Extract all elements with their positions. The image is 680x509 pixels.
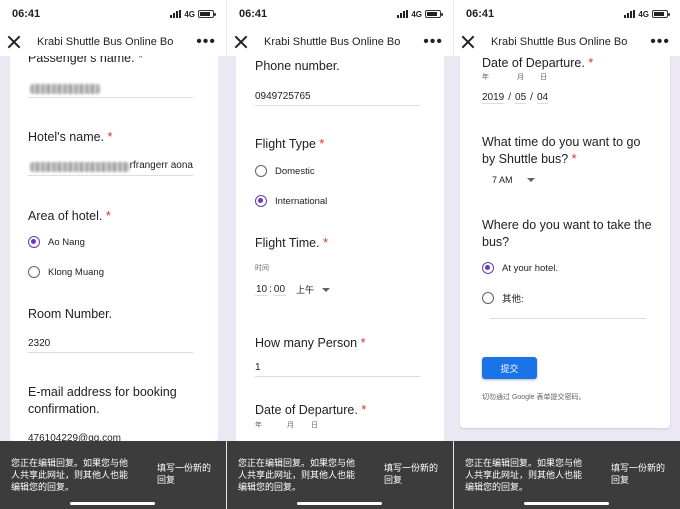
editing-notice-text: 您正在编辑回复。如果您与他人共享此网址，则其他人也能编辑您的回复。 bbox=[465, 458, 583, 492]
radio-icon bbox=[482, 292, 494, 304]
radio-klong-muang[interactable]: Klong Muang bbox=[28, 266, 104, 278]
area-question: Area of hotel. * bbox=[28, 209, 111, 223]
form-card: Phone number. 0949725765 Flight Type * D… bbox=[236, 56, 444, 441]
network-type: 4G bbox=[638, 9, 649, 19]
radio-at-hotel[interactable]: At your hotel. bbox=[482, 262, 558, 274]
redacted-text bbox=[30, 162, 130, 172]
password-warning: 切勿通过 Google 表单提交密码。 bbox=[482, 394, 586, 401]
pickup-question: Where do you want to take the bus? bbox=[482, 218, 652, 249]
screen-1: 06:41 4G Krabi Shuttle Bus Online Bo •••… bbox=[0, 0, 226, 509]
passenger-name-input[interactable] bbox=[28, 82, 193, 98]
dropdown-arrow-icon bbox=[526, 178, 535, 182]
day-caption: 日 bbox=[311, 422, 318, 429]
radio-selected-icon bbox=[482, 262, 494, 274]
year-caption: 年 bbox=[255, 422, 262, 429]
new-response-link[interactable]: 填写一份新的回复 bbox=[611, 462, 671, 486]
signal-icon bbox=[397, 10, 409, 18]
page-title: Krabi Shuttle Bus Online Bo bbox=[264, 36, 401, 48]
other-text-input[interactable] bbox=[490, 318, 646, 319]
signal-icon bbox=[624, 10, 636, 18]
radio-domestic[interactable]: Domestic bbox=[255, 165, 315, 177]
month-caption: 月 bbox=[517, 74, 524, 81]
close-icon[interactable] bbox=[7, 35, 21, 49]
screen-2: 06:41 4G Krabi Shuttle Bus Online Bo •••… bbox=[227, 0, 453, 509]
departure-question: Date of Departure. * bbox=[255, 403, 367, 417]
radio-icon bbox=[255, 165, 267, 177]
persons-question: How many Person * bbox=[255, 336, 366, 350]
close-icon[interactable] bbox=[461, 35, 475, 49]
nav-bar: Krabi Shuttle Bus Online Bo ••• bbox=[0, 28, 226, 56]
month-input[interactable]: 05 bbox=[515, 92, 527, 104]
form-card: Passenger's name. * Hotel's name. * rfra… bbox=[10, 51, 218, 448]
more-icon[interactable]: ••• bbox=[423, 34, 443, 50]
room-number-input[interactable]: 2320 bbox=[28, 338, 193, 353]
year-caption: 年 bbox=[482, 74, 489, 81]
status-bar: 06:41 4G bbox=[227, 0, 453, 28]
battery-icon bbox=[198, 10, 216, 18]
shuttle-time-question: What time do you want to go by Shuttle b… bbox=[482, 135, 641, 166]
phone-question: Phone number. bbox=[255, 59, 340, 73]
radio-other[interactable]: 其他: bbox=[482, 291, 524, 305]
radio-selected-icon bbox=[255, 195, 267, 207]
battery-icon bbox=[425, 10, 443, 18]
year-input[interactable]: 2019 bbox=[482, 92, 505, 104]
radio-international[interactable]: International bbox=[255, 195, 327, 207]
form-card: Date of Departure. * 年 月 日 2019 / 05 / 0… bbox=[460, 56, 670, 428]
ampm-select[interactable]: 上午 bbox=[296, 283, 314, 296]
departure-date-picker: 2019 / 05 / 04 bbox=[482, 92, 549, 104]
signal-icon bbox=[170, 10, 182, 18]
battery-icon bbox=[652, 10, 670, 18]
minute-input[interactable]: 00 bbox=[272, 284, 287, 296]
home-indicator bbox=[524, 502, 609, 505]
departure-question: Date of Departure. * bbox=[482, 56, 594, 70]
more-icon[interactable]: ••• bbox=[650, 34, 670, 50]
month-caption: 月 bbox=[287, 422, 294, 429]
close-icon[interactable] bbox=[234, 35, 248, 49]
nav-bar: Krabi Shuttle Bus Online Bo ••• bbox=[454, 28, 680, 56]
status-time: 06:41 bbox=[239, 8, 268, 20]
nav-bar: Krabi Shuttle Bus Online Bo ••• bbox=[227, 28, 453, 56]
persons-input[interactable]: 1 bbox=[255, 362, 420, 377]
hotel-name-input[interactable]: rfrangerr aona bbox=[28, 160, 193, 176]
home-indicator bbox=[70, 502, 155, 505]
more-icon[interactable]: ••• bbox=[196, 34, 216, 50]
radio-icon bbox=[28, 266, 40, 278]
editing-notice-text: 您正在编辑回复。如果您与他人共享此网址，则其他人也能编辑您的回复。 bbox=[11, 458, 129, 492]
editing-notice-sheet: 您正在编辑回复。如果您与他人共享此网址，则其他人也能编辑您的回复。 填写一份新的… bbox=[0, 441, 226, 509]
new-response-link[interactable]: 填写一份新的回复 bbox=[157, 462, 217, 486]
flight-time-question: Flight Time. * bbox=[255, 236, 328, 250]
submit-button[interactable]: 提交 bbox=[482, 357, 537, 379]
radio-selected-icon bbox=[28, 236, 40, 248]
flight-type-question: Flight Type * bbox=[255, 137, 325, 151]
hotel-name-question: Hotel's name. * bbox=[28, 130, 113, 144]
room-number-question: Room Number. bbox=[28, 307, 113, 321]
status-bar: 06:41 4G bbox=[0, 0, 226, 28]
new-response-link[interactable]: 填写一份新的回复 bbox=[384, 462, 444, 486]
day-caption: 日 bbox=[540, 74, 547, 81]
phone-input[interactable]: 0949725765 bbox=[255, 91, 420, 106]
status-time: 06:41 bbox=[466, 8, 495, 20]
page-title: Krabi Shuttle Bus Online Bo bbox=[491, 36, 628, 48]
editing-notice-sheet: 您正在编辑回复。如果您与他人共享此网址，则其他人也能编辑您的回复。 填写一份新的… bbox=[227, 441, 453, 509]
shuttle-time-select[interactable]: 7 AM bbox=[492, 175, 535, 185]
day-input[interactable]: 04 bbox=[536, 92, 549, 104]
network-type: 4G bbox=[184, 9, 195, 19]
radio-ao-nang[interactable]: Ao Nang bbox=[28, 236, 85, 248]
flight-time-picker: 10 : 00 上午 bbox=[255, 283, 331, 296]
email-question: E-mail address for booking confirmation. bbox=[28, 385, 177, 416]
editing-notice-sheet: 您正在编辑回复。如果您与他人共享此网址，则其他人也能编辑您的回复。 填写一份新的… bbox=[454, 441, 680, 509]
screen-3: 06:41 4G Krabi Shuttle Bus Online Bo •••… bbox=[454, 0, 680, 509]
redacted-text bbox=[30, 84, 100, 94]
status-bar: 06:41 4G bbox=[454, 0, 680, 28]
time-caption: 时间 bbox=[255, 265, 269, 272]
editing-notice-text: 您正在编辑回复。如果您与他人共享此网址，则其他人也能编辑您的回复。 bbox=[238, 458, 356, 492]
home-indicator bbox=[297, 502, 382, 505]
status-time: 06:41 bbox=[12, 8, 41, 20]
network-type: 4G bbox=[411, 9, 422, 19]
dropdown-arrow-icon bbox=[322, 287, 331, 292]
hour-input[interactable]: 10 bbox=[255, 284, 269, 296]
page-title: Krabi Shuttle Bus Online Bo bbox=[37, 36, 174, 48]
